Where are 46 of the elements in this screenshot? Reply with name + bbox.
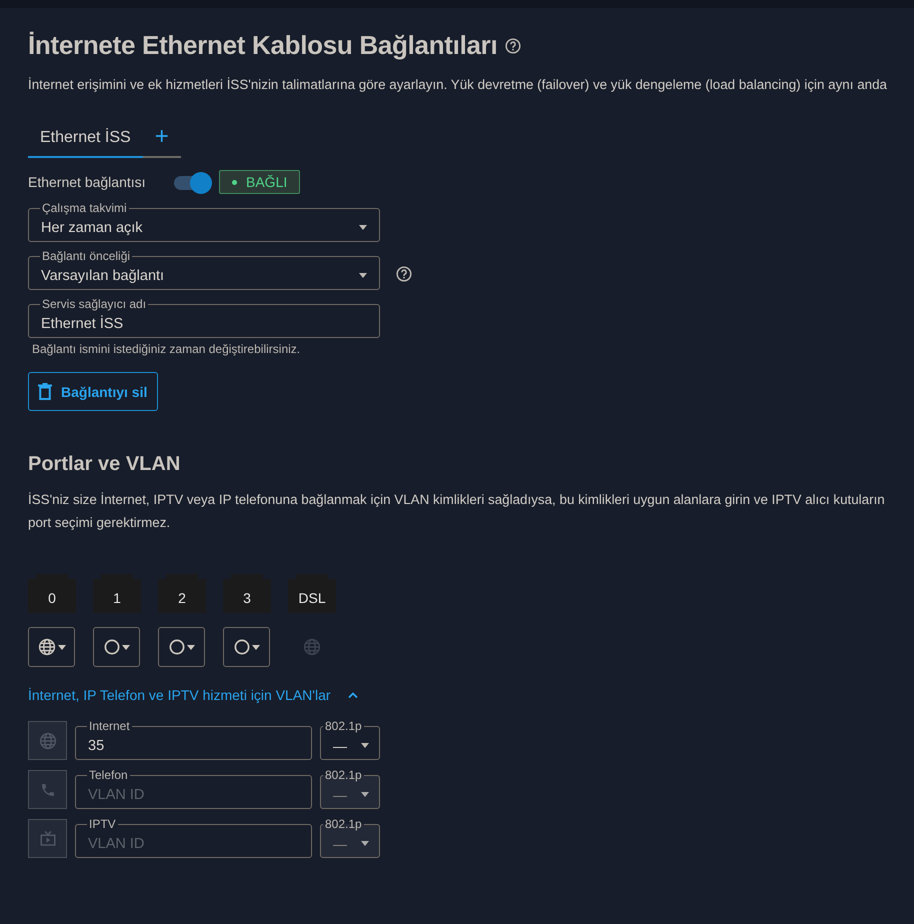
phone-icon: [40, 782, 56, 798]
delete-button[interactable]: Bağlantıyı sil: [28, 372, 158, 411]
tv-icon: [38, 830, 56, 848]
caret-icon: [359, 273, 367, 278]
port-mode-select[interactable]: [223, 627, 270, 667]
trash-icon: [38, 383, 52, 400]
help-icon[interactable]: [396, 266, 412, 282]
globe-icon: [302, 638, 320, 656]
globe-icon: [38, 638, 56, 656]
caret-icon: [252, 644, 260, 650]
caret-icon: [186, 644, 194, 650]
vlan-id-field[interactable]: Internet 35: [75, 720, 312, 760]
isp-tab[interactable]: Ethernet İSS: [28, 122, 143, 158]
field-hint: Bağlantı ismini istediğiniz zaman değiştirebilirsiniz.: [32, 342, 302, 356]
port-label: 2: [158, 574, 206, 613]
port-label: 3: [223, 574, 271, 613]
caret-icon: [58, 644, 66, 650]
dropdown-field[interactable]: Çalışma takvimi Her zaman açık: [28, 202, 380, 242]
caret-icon: [122, 644, 130, 650]
connection-toggle[interactable]: [174, 172, 212, 192]
status-badge: BAĞLI: [219, 170, 300, 194]
caret-icon: [361, 743, 369, 748]
circle-icon: [104, 639, 120, 655]
port-mode-select[interactable]: [158, 627, 205, 667]
dropdown-field[interactable]: Bağlantı önceliği Varsayılan bağlantı: [28, 250, 380, 290]
port-label: 1: [93, 574, 141, 613]
globe-icon: [38, 732, 56, 750]
section-title: Portlar ve VLAN: [28, 453, 182, 476]
input-field[interactable]: Servis sağlayıcı adı Ethernet İSS: [28, 298, 380, 338]
caret-icon: [361, 841, 369, 846]
port-mode-select[interactable]: [28, 627, 75, 667]
page-title: İnternete Ethernet Kablosu Bağlantıları: [28, 30, 498, 61]
circle-icon: [168, 639, 184, 655]
circle-icon: [234, 639, 250, 655]
add-tab-button[interactable]: +: [142, 122, 181, 158]
port-mode-select[interactable]: [93, 627, 140, 667]
port-label: 0: [28, 574, 76, 613]
caret-icon: [359, 225, 367, 230]
vlan-section-toggle[interactable]: İnternet, IP Telefon ve IPTV hizmeti için VLAN'lar: [28, 687, 358, 703]
port-label: DSL: [288, 574, 336, 613]
page-description: İnternet erişimini ve ek hizmetleri İSS'nizin talimatlarına göre ayarlayın. Yük devretme (failover) ve yük dengeleme (load balancing) için aynı anda: [28, 77, 888, 92]
help-icon[interactable]: [505, 38, 522, 54]
caret-icon: [361, 792, 369, 797]
priority-select[interactable]: 802.1p —: [320, 720, 380, 760]
section-description: İSS'niz size İnternet, IPTV veya IP telefonuna bağlanmak için VLAN kimlikleri sağladıysa, bu kimlikleri uygun alanlara girin ve IPTV alıcı kutuların port seçimi gerektirmez.: [28, 491, 886, 532]
connection-label: Ethernet bağlantısı: [28, 174, 147, 190]
